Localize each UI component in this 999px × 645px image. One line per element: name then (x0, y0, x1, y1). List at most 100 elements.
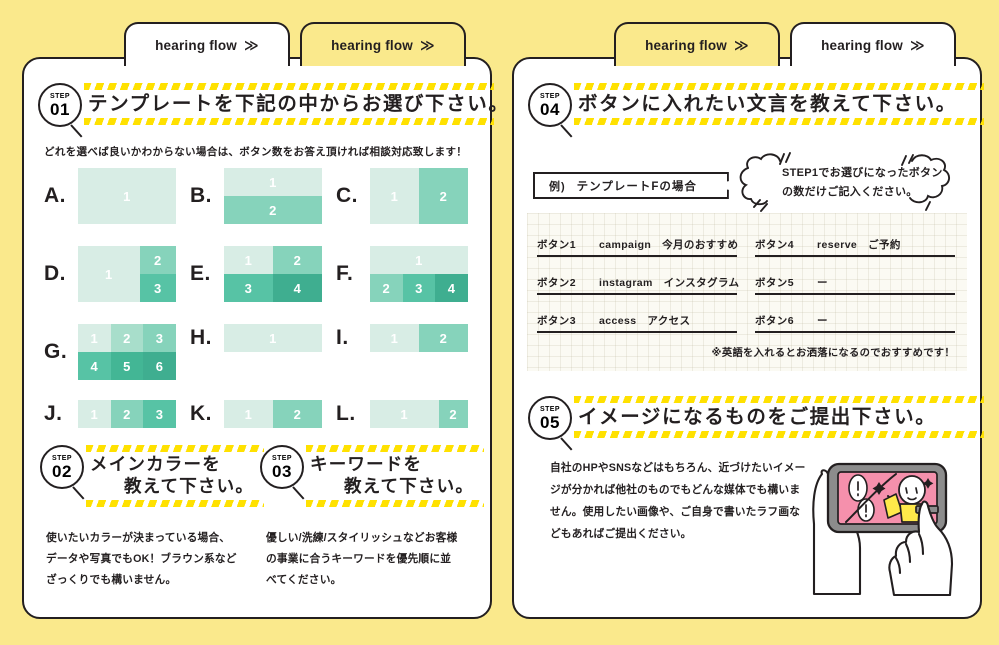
dashed-rule-bottom (84, 118, 494, 126)
tab-seam-cover-right (794, 56, 952, 62)
template-preview: 1234 (224, 246, 322, 302)
worksheet-row-value[interactable]: ー (817, 275, 828, 293)
worksheet-row-value[interactable]: reserve ご予約 (817, 237, 901, 255)
example-prefix: 例) (549, 180, 566, 193)
worksheet-row-label: ボタン1 (537, 239, 576, 251)
step-04-badge: STEP 04 (528, 83, 572, 127)
template-letter: F. (336, 262, 354, 285)
step-03-badge: STEP 03 (260, 445, 304, 489)
template-row: 12 (370, 168, 468, 224)
template-cell-2: 2 (139, 246, 176, 274)
template-option-e[interactable]: E. 1 2 3 4 (190, 246, 322, 302)
tab-left-1-label: hearing flow (155, 37, 238, 53)
step-01-lead: どれを選べば良いかわからない場合は、ボタン数をお答え頂ければ相談対応致します！ (44, 146, 468, 158)
step-01-badge: STEP 01 (38, 83, 82, 127)
template-letter: A. (44, 184, 66, 207)
step-05-badge: STEP 05 (528, 396, 572, 440)
template-option-j[interactable]: J. 1 2 3 (44, 400, 176, 428)
hand-holding-phone-icon (800, 452, 962, 602)
template-option-d[interactable]: D. 1 2 3 (44, 246, 176, 302)
worksheet-row[interactable]: ボタン6 ー (755, 307, 955, 333)
dashed-rule-bottom (574, 118, 984, 126)
step-02-heading: STEP 02 メインカラーを 教えて下さい。 (40, 445, 264, 507)
step-05-heading: STEP 05 イメージになるものをご提出下さい。 (528, 396, 984, 440)
step-number: 01 (50, 99, 70, 119)
template-preview: 12 (224, 168, 322, 224)
worksheet-row-value[interactable]: ー (817, 313, 828, 331)
template-cell-2: 2 (438, 400, 468, 428)
step-02-title-line2: 教えて下さい。 (124, 475, 255, 496)
step-number: 04 (540, 99, 560, 119)
template-option-k[interactable]: K. 1 2 (190, 400, 322, 428)
worksheet-row[interactable]: ボタン3 access アクセス (537, 307, 737, 333)
template-option-a[interactable]: A. 1 (44, 168, 176, 224)
dashed-rule-top (574, 83, 984, 90)
step-number: 03 (272, 461, 292, 481)
template-option-i[interactable]: I. 1 2 (336, 324, 468, 352)
dashed-rule-bottom (86, 499, 264, 507)
template-preview: 123456 (78, 324, 176, 380)
dashed-rule-top (306, 445, 484, 452)
template-cell-1: 1 (224, 324, 322, 352)
template-cell-2: 2 (224, 196, 322, 224)
template-preview: 12 (370, 168, 468, 224)
step-03-title: キーワードを 教えて下さい。 (310, 454, 474, 498)
dashed-rule-bottom (574, 431, 984, 439)
button-text-worksheet: ボタン1 campaign 今月のおすすめボタン2 instagram インスタグラ… (527, 213, 967, 371)
dashed-rule-top (574, 396, 984, 403)
template-option-c[interactable]: C. 1 2 (336, 168, 468, 224)
template-row: 1 (224, 168, 322, 196)
template-option-f[interactable]: F. 1 2 3 4 (336, 246, 468, 302)
hearing-flow-worksheet: hearing flow ≫ hearing flow ≫ hearing fl… (0, 0, 999, 645)
template-option-l[interactable]: L. 1 2 (336, 400, 468, 428)
tab-right-1-label: hearing flow (645, 37, 728, 53)
worksheet-row[interactable]: ボタン1 campaign 今月のおすすめ (537, 231, 738, 257)
template-option-h[interactable]: H. 1 (190, 324, 322, 352)
worksheet-row-value[interactable]: access アクセス (599, 313, 690, 331)
worksheet-row[interactable]: ボタン5 ー (755, 269, 955, 295)
step-02-title: メインカラーを 教えて下さい。 (90, 454, 254, 498)
template-option-g[interactable]: G. 1 2 3 4 5 6 (44, 324, 176, 380)
chevron-right-icon: ≫ (734, 36, 749, 53)
template-cell-2: 2 (273, 246, 322, 274)
step-kicker: STEP (52, 454, 72, 462)
template-row: 2 (224, 196, 322, 224)
template-letter: L. (336, 402, 356, 425)
template-cell-2: 2 (110, 324, 144, 352)
template-cell-1: 1 (78, 400, 111, 428)
chevron-right-icon: ≫ (244, 36, 259, 53)
worksheet-note: ※英語を入れるとお洒落になるのでおすすめです！ (711, 348, 955, 359)
cloud-line-2: の数だけご記入ください。 (782, 186, 918, 199)
template-preview: 1 (78, 168, 176, 224)
template-cell-3: 3 (139, 274, 176, 302)
step-kicker: STEP (50, 92, 70, 100)
worksheet-row-value[interactable]: instagram インスタグラム (599, 275, 739, 293)
template-cell-1: 1 (224, 246, 273, 274)
template-option-b[interactable]: B. 1 2 (190, 168, 322, 224)
template-row: 1 (78, 168, 176, 224)
template-row: 123 (78, 246, 176, 302)
template-row: 34 (224, 274, 322, 302)
template-cell-2: 2 (419, 324, 468, 352)
template-cell-stack: 23 (139, 246, 176, 302)
dashed-rule-top (86, 445, 264, 452)
template-cell-1: 1 (370, 168, 419, 224)
worksheet-row-label: ボタン3 (537, 315, 576, 327)
worksheet-row[interactable]: ボタン2 instagram インスタグラム (537, 269, 739, 295)
step-04-title: ボタンに入れたい文言を教えて下さい。 (578, 93, 957, 115)
worksheet-row-label: ボタン5 (755, 277, 794, 289)
template-cell-6: 6 (143, 352, 176, 380)
template-letter: H. (190, 326, 212, 349)
template-cell-3: 3 (402, 274, 436, 302)
template-letter: I. (336, 326, 349, 349)
worksheet-row[interactable]: ボタン4 reserve ご予約 (755, 231, 955, 257)
tab-right-1[interactable]: hearing flow ≫ (614, 22, 780, 66)
step-05-title-wrap: イメージになるものをご提出下さい。 (568, 396, 984, 439)
step-01-title: テンプレートを下記の中からお選び下さい。 (88, 93, 510, 115)
template-cell-1: 1 (78, 324, 111, 352)
template-preview: 123 (78, 246, 176, 302)
tab-left-2[interactable]: hearing flow ≫ (300, 22, 466, 66)
worksheet-row-value[interactable]: campaign 今月のおすすめ (599, 237, 738, 255)
template-cell-4: 4 (78, 352, 111, 380)
template-cell-1: 1 (370, 400, 439, 428)
